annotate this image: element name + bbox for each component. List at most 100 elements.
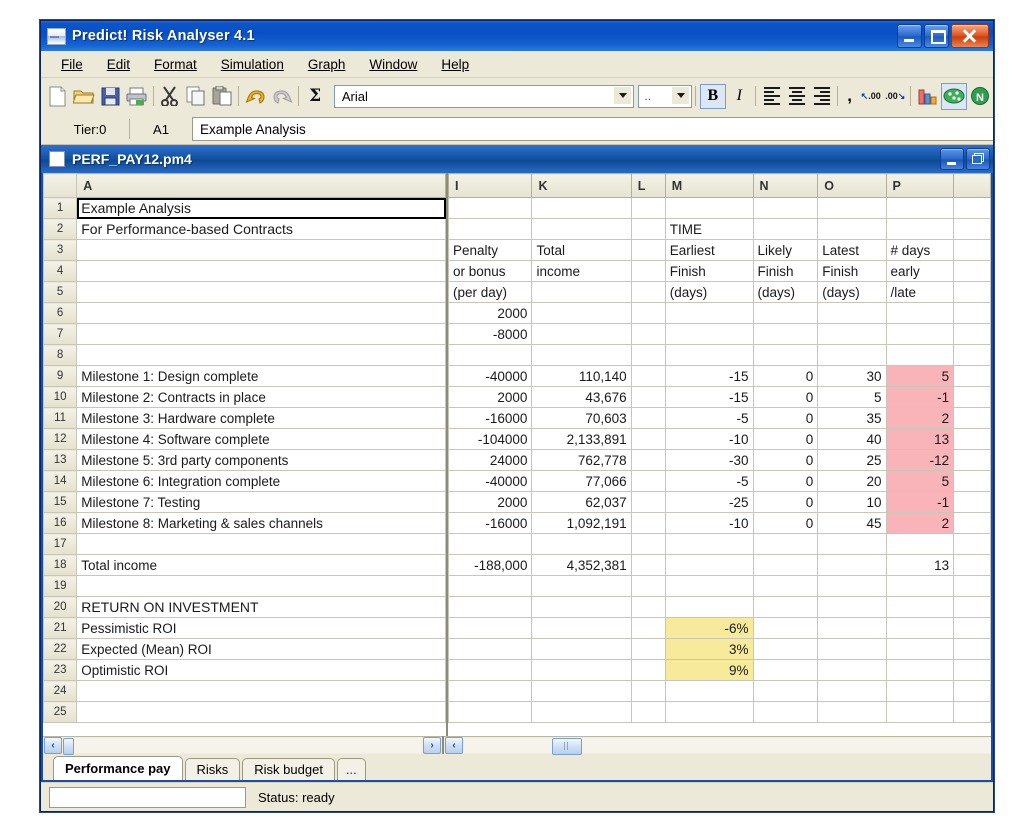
hscroll-left-track[interactable] <box>63 738 422 755</box>
grid-corner[interactable] <box>43 173 78 198</box>
cell-extra-16[interactable] <box>953 512 991 534</box>
table-row[interactable]: 9% <box>448 659 991 681</box>
cell-I19[interactable] <box>448 575 533 597</box>
menu-edit[interactable]: Edit <box>95 54 142 75</box>
cell-reference[interactable]: A1 <box>130 122 192 137</box>
cell-extra-23[interactable] <box>953 659 991 681</box>
hscroll-right[interactable]: ‹ <box>444 736 991 755</box>
cell-K4[interactable]: income <box>531 260 632 282</box>
cell-P9[interactable]: 5 <box>885 365 955 387</box>
cell-L8[interactable] <box>630 344 666 366</box>
row-header-15[interactable]: 15 <box>43 491 78 513</box>
row-header-21[interactable]: 21 <box>43 617 78 639</box>
cell-P18[interactable]: 13 <box>885 554 955 576</box>
cell-A24[interactable] <box>76 680 446 702</box>
menu-file[interactable]: File <box>49 54 95 75</box>
table-row[interactable]: 1 Example Analysis <box>43 197 446 219</box>
row-header-7[interactable]: 7 <box>43 323 78 345</box>
cell-A4[interactable] <box>76 260 446 282</box>
cell-N16[interactable]: 0 <box>752 512 819 534</box>
undo-icon[interactable] <box>243 83 268 110</box>
cell-L1[interactable] <box>630 197 666 219</box>
column-header-extra[interactable] <box>953 173 991 198</box>
cell-L13[interactable] <box>630 449 666 471</box>
cell-I20[interactable] <box>448 596 533 618</box>
cell-M5[interactable]: (days) <box>664 281 754 303</box>
cell-I9[interactable]: -40000 <box>448 365 533 387</box>
cell-O10[interactable]: 5 <box>817 386 887 408</box>
paste-icon[interactable] <box>210 83 235 110</box>
cell-N6[interactable] <box>752 302 819 324</box>
cell-O5[interactable]: (days) <box>817 281 887 303</box>
cell-N9[interactable]: 0 <box>752 365 819 387</box>
cell-N22[interactable] <box>752 638 819 660</box>
cell-P23[interactable] <box>885 659 955 681</box>
cell-I2[interactable] <box>448 218 533 240</box>
cell-O19[interactable] <box>817 575 887 597</box>
cell-N8[interactable] <box>752 344 819 366</box>
cell-K1[interactable] <box>531 197 632 219</box>
cell-K16[interactable]: 1,092,191 <box>531 512 632 534</box>
cell-L22[interactable] <box>630 638 666 660</box>
cell-L24[interactable] <box>630 680 666 702</box>
cell-M7[interactable] <box>664 323 754 345</box>
font-name-combo[interactable]: Arial <box>333 84 635 108</box>
sheet-tab-more[interactable]: ... <box>336 758 366 780</box>
row-header-12[interactable]: 12 <box>43 428 78 450</box>
cell-M23[interactable]: 9% <box>664 659 754 681</box>
cell-extra-13[interactable] <box>953 449 991 471</box>
cell-I4[interactable]: or bonus <box>448 260 533 282</box>
table-row[interactable]: 13 Milestone 5: 3rd party components <box>43 449 446 471</box>
cell-A22[interactable]: Expected (Mean) ROI <box>76 638 446 660</box>
table-row[interactable]: -104000 2,133,891 -10 0 40 13 <box>448 428 991 450</box>
cell-A14[interactable]: Milestone 6: Integration complete <box>76 470 446 492</box>
cell-O3[interactable]: Latest <box>817 239 887 261</box>
menu-help[interactable]: Help <box>429 54 481 75</box>
sheet-tab-risk-budget[interactable]: Risk budget <box>242 758 335 780</box>
cell-K2[interactable] <box>531 218 632 240</box>
cell-L4[interactable] <box>630 260 666 282</box>
cell-N5[interactable]: (days) <box>752 281 819 303</box>
cell-P21[interactable] <box>885 617 955 639</box>
cell-O1[interactable] <box>817 197 887 219</box>
italic-button[interactable]: I <box>727 84 752 109</box>
column-header-N[interactable]: N <box>752 173 819 198</box>
cell-O16[interactable]: 45 <box>817 512 887 534</box>
cell-N12[interactable]: 0 <box>752 428 819 450</box>
cell-A1[interactable]: Example Analysis <box>76 197 446 219</box>
align-center-icon[interactable] <box>785 84 809 109</box>
cell-N24[interactable] <box>752 680 819 702</box>
row-header-9[interactable]: 9 <box>43 365 78 387</box>
cell-N1[interactable] <box>752 197 819 219</box>
align-left-icon[interactable] <box>760 84 784 109</box>
cell-extra-21[interactable] <box>953 617 991 639</box>
row-header-10[interactable]: 10 <box>43 386 78 408</box>
cell-L2[interactable] <box>630 218 666 240</box>
cell-A19[interactable] <box>76 575 446 597</box>
column-header-I[interactable]: I <box>448 173 533 198</box>
table-row[interactable]: -40000 110,140 -15 0 30 5 <box>448 365 991 387</box>
table-row[interactable]: 2 For Performance-based Contracts <box>43 218 446 240</box>
cell-A25[interactable] <box>76 701 446 723</box>
scroll-right-button[interactable]: › <box>423 737 441 754</box>
cell-extra-3[interactable] <box>953 239 991 261</box>
cut-icon[interactable] <box>157 83 182 110</box>
document-restore-button[interactable] <box>966 148 990 170</box>
row-header-23[interactable]: 23 <box>43 659 78 681</box>
table-row[interactable]: 24000 762,778 -30 0 25 -12 <box>448 449 991 471</box>
cell-P13[interactable]: -12 <box>885 449 955 471</box>
table-row[interactable]: 5 <box>43 281 446 303</box>
cell-P20[interactable] <box>885 596 955 618</box>
cell-L14[interactable] <box>630 470 666 492</box>
row-header-14[interactable]: 14 <box>43 470 78 492</box>
increase-decimal-icon[interactable]: ↖.00 <box>859 92 883 101</box>
cell-extra-14[interactable] <box>953 470 991 492</box>
cell-I23[interactable] <box>448 659 533 681</box>
table-row[interactable]: 25 <box>43 701 446 723</box>
cell-I8[interactable] <box>448 344 533 366</box>
cell-extra-19[interactable] <box>953 575 991 597</box>
cell-P2[interactable] <box>885 218 955 240</box>
cell-N13[interactable]: 0 <box>752 449 819 471</box>
table-row[interactable] <box>448 701 991 723</box>
cell-N18[interactable] <box>752 554 819 576</box>
